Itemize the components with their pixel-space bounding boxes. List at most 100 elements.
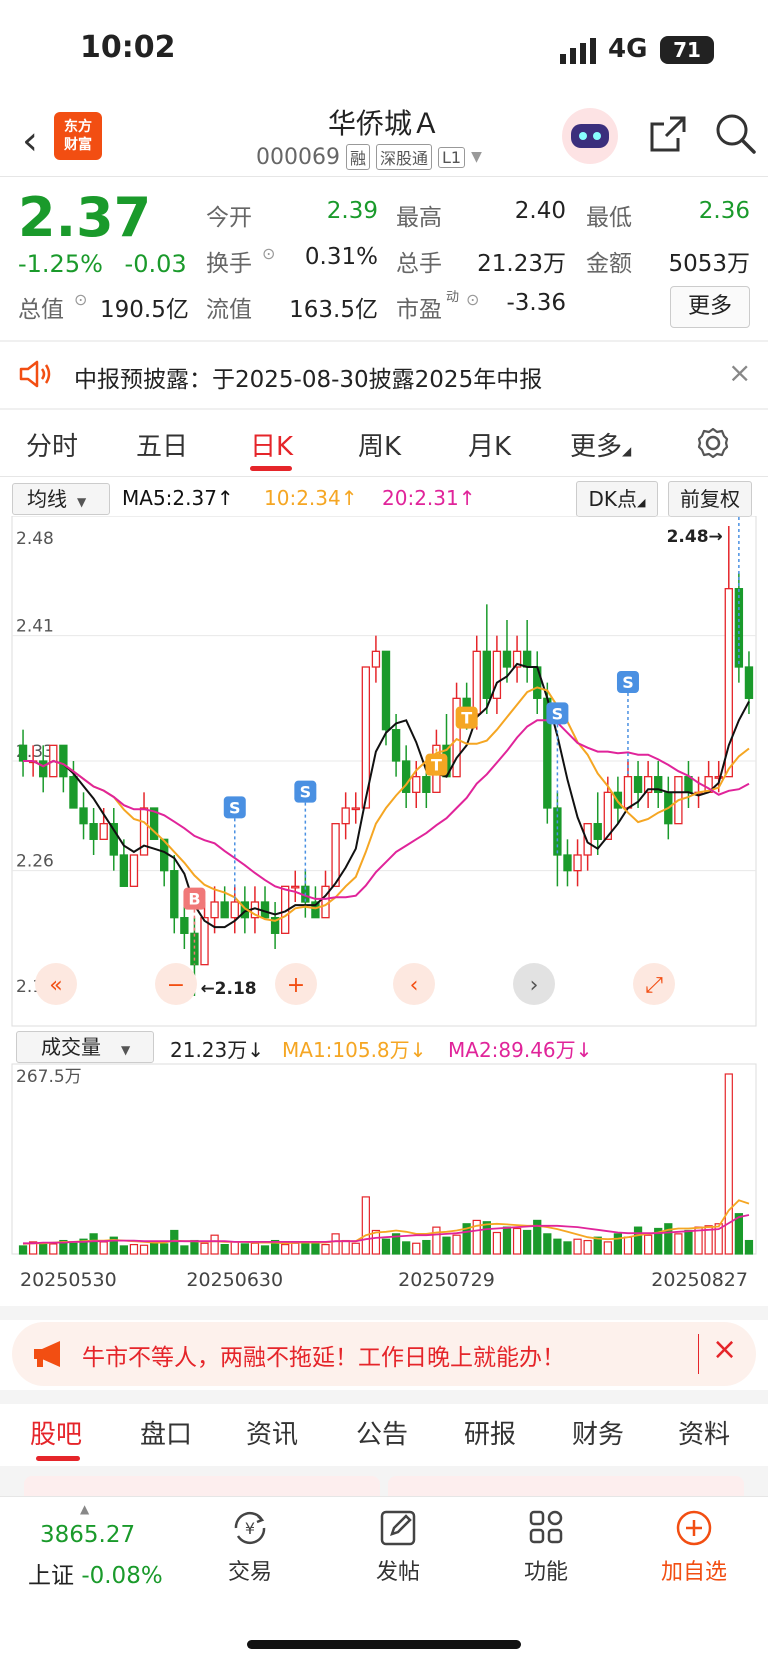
tab-pankou[interactable]: 盘口 bbox=[140, 1414, 192, 1451]
more-button[interactable]: 更多 bbox=[670, 286, 750, 328]
nav-functions[interactable]: 功能 bbox=[486, 1508, 606, 1586]
gap bbox=[0, 1306, 768, 1320]
candle-body bbox=[371, 650, 381, 668]
signal-label: B bbox=[188, 890, 200, 909]
tab-monthly-k[interactable]: 月K bbox=[468, 426, 511, 463]
candle-body bbox=[89, 823, 98, 840]
info-icon[interactable]: ⊙ bbox=[262, 244, 275, 263]
candle-body bbox=[623, 776, 633, 809]
megaphone-icon bbox=[34, 1341, 60, 1367]
notice-text[interactable]: 中报预披露：于2025-08-30披露2025年中报 bbox=[74, 360, 542, 394]
nav-post[interactable]: 发帖 bbox=[338, 1508, 458, 1586]
info-icon[interactable]: ⊙ bbox=[74, 290, 87, 309]
info-icon[interactable]: ⊙ bbox=[466, 290, 479, 309]
volume-bar bbox=[593, 1236, 602, 1255]
close-icon[interactable]: × bbox=[728, 356, 751, 389]
volume-bar bbox=[139, 1244, 149, 1255]
yen-exchange-icon: ¥ bbox=[234, 1511, 266, 1545]
vol-ma2: MA2:89.46万↓ bbox=[448, 1038, 593, 1062]
chart-control-icon: − bbox=[167, 973, 185, 998]
volume-select[interactable]: 成交量 ▼ bbox=[16, 1031, 154, 1063]
tab-weekly-k[interactable]: 周K bbox=[358, 426, 401, 463]
tab-daily-k[interactable]: 日K bbox=[250, 426, 293, 463]
high-marker: 2.48→ bbox=[667, 527, 723, 547]
tab-intraday[interactable]: 分时 bbox=[26, 426, 78, 463]
share-icon[interactable] bbox=[648, 114, 688, 154]
dropdown-icon: ▼ bbox=[121, 1043, 131, 1057]
volume-bar bbox=[69, 1242, 78, 1255]
tab-finance[interactable]: 财务 bbox=[572, 1414, 624, 1451]
plus-circle-icon bbox=[676, 1510, 712, 1546]
volume-label: 总手 bbox=[396, 251, 442, 277]
volume-bar bbox=[512, 1227, 522, 1255]
corner-arrow-icon: ◢ bbox=[622, 444, 632, 458]
volume-bar bbox=[402, 1241, 411, 1255]
nav-add-label: 加自选 bbox=[660, 1560, 727, 1585]
volume-bar bbox=[160, 1243, 169, 1255]
candle-body bbox=[573, 854, 582, 872]
divider bbox=[698, 1334, 699, 1374]
tab-news[interactable]: 资讯 bbox=[246, 1414, 298, 1451]
promo-banner[interactable]: 牛市不等人，两融不拖延！工作日晚上就能办！ × bbox=[12, 1322, 756, 1386]
index-name: 上证 bbox=[28, 1563, 74, 1589]
stock-code: 000069 bbox=[256, 144, 340, 170]
caret-up-icon: ▲ bbox=[80, 1502, 90, 1516]
signal-label: S bbox=[622, 673, 634, 692]
tab-profile[interactable]: 资料 bbox=[678, 1414, 730, 1451]
index-line[interactable]: 上证 -0.08% bbox=[28, 1556, 163, 1590]
volume-bar bbox=[49, 1243, 58, 1255]
candle-body bbox=[583, 823, 592, 856]
candle-body bbox=[39, 760, 48, 778]
chevron-down-icon[interactable]: ▼ bbox=[471, 149, 482, 165]
candle-body bbox=[170, 870, 179, 919]
tab-announcement[interactable]: 公告 bbox=[356, 1414, 408, 1451]
candle-body bbox=[59, 744, 68, 778]
ai-assistant-icon[interactable] bbox=[562, 108, 618, 164]
tab-guba[interactable]: 股吧 bbox=[30, 1414, 82, 1451]
battery-icon: 71 bbox=[660, 36, 714, 64]
k-line-chart[interactable]: 2.482.412.332.262.18BSSTTSSS2.48→←2.18«−… bbox=[0, 516, 768, 1316]
ma5-label: MA5:2.37↑ bbox=[122, 486, 234, 510]
volume-bar bbox=[260, 1245, 270, 1255]
volume-bar bbox=[482, 1221, 491, 1255]
candle-body bbox=[99, 823, 108, 840]
search-icon[interactable] bbox=[714, 112, 756, 154]
close-icon[interactable]: × bbox=[712, 1332, 737, 1367]
nav-add-watchlist[interactable]: 加自选 bbox=[634, 1508, 754, 1586]
gear-icon[interactable] bbox=[696, 426, 730, 460]
volume-bar bbox=[633, 1226, 643, 1255]
float-value: 163.5亿 bbox=[289, 297, 378, 323]
dk-point-button[interactable]: DK点◢ bbox=[576, 481, 658, 517]
tab-more[interactable]: 更多◢ bbox=[570, 426, 631, 463]
ma-select-label: 均线 bbox=[27, 487, 67, 511]
edit-icon bbox=[380, 1510, 416, 1546]
volume-bar bbox=[432, 1226, 441, 1255]
x-tick-label: 20250827 bbox=[651, 1269, 748, 1291]
index-value[interactable]: 3865.27 bbox=[40, 1522, 135, 1548]
low-value: 2.36 bbox=[698, 198, 750, 224]
pe-value: -3.36 bbox=[506, 290, 566, 316]
volume-bar bbox=[250, 1242, 260, 1255]
volume-bar bbox=[240, 1243, 249, 1255]
low-label: 最低 bbox=[586, 205, 632, 231]
volume-bar bbox=[724, 1073, 733, 1255]
tab-research[interactable]: 研报 bbox=[464, 1414, 516, 1451]
ma-select[interactable]: 均线 ▼ bbox=[12, 483, 110, 515]
chart-control-icon: « bbox=[49, 973, 62, 998]
candle-body bbox=[502, 650, 512, 668]
adjust-button[interactable]: 前复权 bbox=[668, 481, 752, 517]
candle-body bbox=[200, 917, 209, 966]
volume-bar bbox=[301, 1243, 310, 1255]
nav-trade[interactable]: ¥ 交易 bbox=[190, 1508, 310, 1586]
candle-body bbox=[18, 744, 28, 762]
volume-bar bbox=[119, 1245, 128, 1255]
volume-bar bbox=[129, 1243, 139, 1255]
change-amount: -0.03 bbox=[124, 250, 187, 278]
candle-body bbox=[69, 776, 78, 809]
home-indicator bbox=[247, 1640, 521, 1649]
tab-5day[interactable]: 五日 bbox=[136, 426, 188, 463]
volume-bar bbox=[613, 1233, 623, 1255]
chart-control-icon: ⤢ bbox=[645, 973, 663, 998]
y-tick-label: 2.26 bbox=[16, 852, 54, 872]
signal-label: T bbox=[461, 709, 472, 728]
